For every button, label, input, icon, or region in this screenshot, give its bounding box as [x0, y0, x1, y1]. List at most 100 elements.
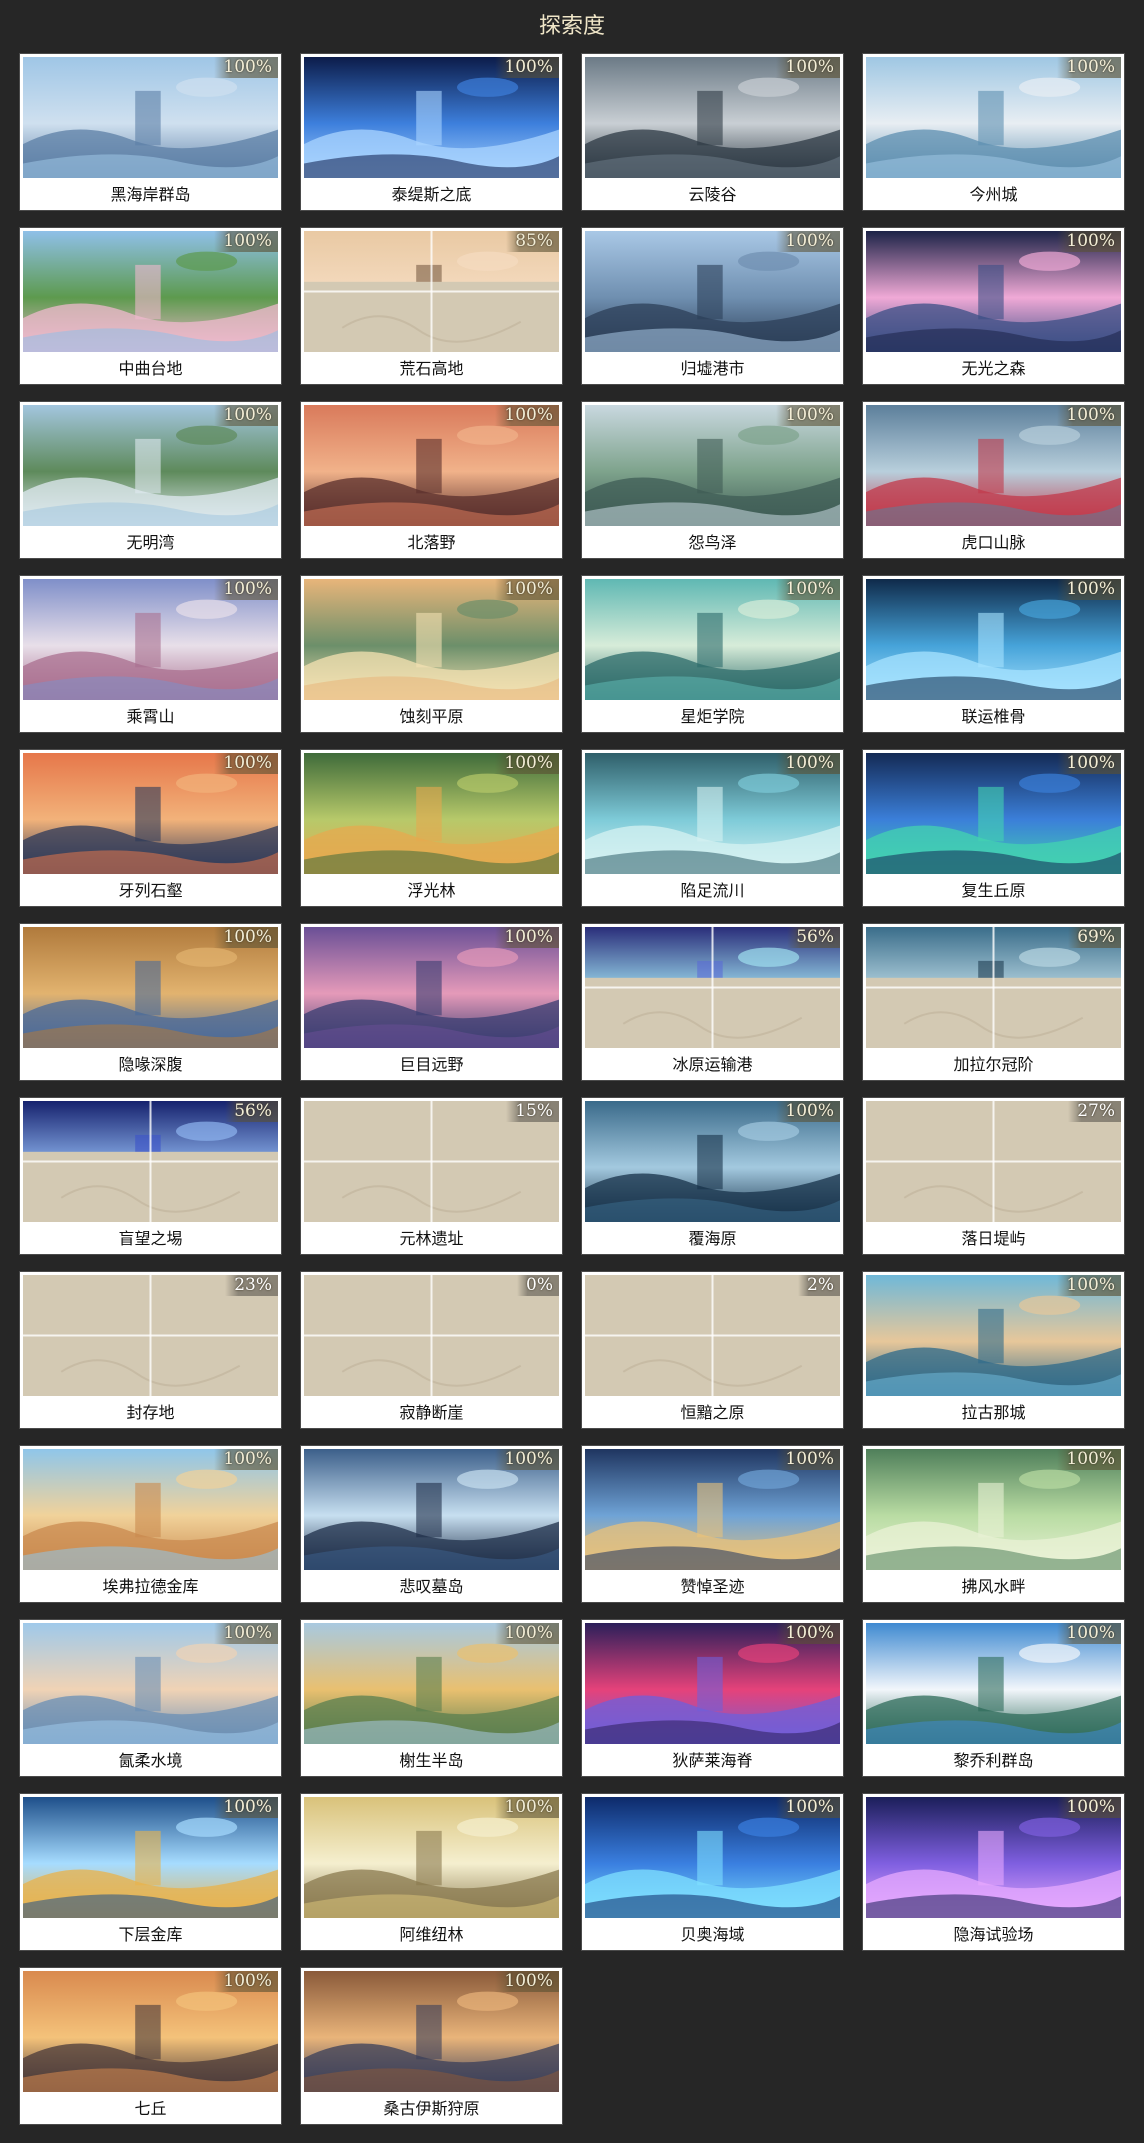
region-card[interactable]: 100% 黎乔利群岛 — [863, 1620, 1124, 1776]
region-card[interactable]: 100% 今州城 — [863, 54, 1124, 210]
region-thumbnail: 100% — [304, 57, 559, 178]
region-card[interactable]: 100% 下层金库 — [20, 1794, 281, 1950]
region-thumbnail: 15% — [304, 1101, 559, 1222]
region-thumbnail: 100% — [585, 1797, 840, 1918]
region-name: 今州城 — [969, 185, 1018, 204]
region-card[interactable]: 100% 浮光林 — [301, 750, 562, 906]
region-card[interactable]: 69% 加拉尔冠阶 — [863, 924, 1124, 1080]
region-card[interactable]: 100% 无明湾 — [20, 402, 281, 558]
region-card[interactable]: 100% 贝奥海域 — [582, 1794, 843, 1950]
region-thumbnail: 100% — [866, 405, 1121, 526]
exploration-percent: 100% — [214, 753, 278, 774]
region-card[interactable]: 100% 埃弗拉德金库 — [20, 1446, 281, 1602]
region-thumbnail: 100% — [304, 927, 559, 1048]
region-card[interactable]: 100% 拂风水畔 — [863, 1446, 1124, 1602]
region-name: 陷足流川 — [680, 881, 745, 900]
region-card[interactable]: 100% 阿维纽林 — [301, 1794, 562, 1950]
region-card[interactable]: 100% 蚀刻平原 — [301, 576, 562, 732]
region-card[interactable]: 100% 黑海岸群岛 — [20, 54, 281, 210]
region-thumbnail: 100% — [23, 57, 278, 178]
region-name: 埃弗拉德金库 — [102, 1577, 199, 1596]
region-name: 赞悼圣迹 — [680, 1577, 745, 1596]
exploration-percent: 100% — [495, 1797, 559, 1818]
region-card[interactable]: 100% 氤柔水境 — [20, 1620, 281, 1776]
region-card[interactable]: 100% 拉古那城 — [863, 1272, 1124, 1428]
region-name: 恒黯之原 — [680, 1403, 745, 1422]
region-name: 冰原运输港 — [672, 1055, 753, 1074]
region-card[interactable]: 100% 巨目远野 — [301, 924, 562, 1080]
exploration-percent: 100% — [776, 753, 840, 774]
exploration-percent: 100% — [214, 231, 278, 252]
region-thumbnail: 100% — [23, 231, 278, 352]
region-thumbnail: 100% — [23, 1449, 278, 1570]
region-card[interactable]: 100% 悲叹墓岛 — [301, 1446, 562, 1602]
region-grid: 100% 黑海岸群岛 100% 泰缇斯之底 100% 云陵谷 100% 今州城 100% 中曲台地… — [20, 54, 1124, 2134]
exploration-percent: 0% — [517, 1275, 559, 1296]
region-card[interactable]: 100% 中曲台地 — [20, 228, 281, 384]
exploration-percent: 100% — [495, 405, 559, 426]
exploration-percent: 100% — [1057, 1275, 1121, 1296]
region-thumbnail: 100% — [866, 753, 1121, 874]
region-card[interactable]: 100% 复生丘原 — [863, 750, 1124, 906]
region-card[interactable]: 100% 赞悼圣迹 — [582, 1446, 843, 1602]
region-name: 北落野 — [407, 533, 456, 552]
region-card[interactable]: 100% 狄萨莱海脊 — [582, 1620, 843, 1776]
region-card[interactable]: 100% 桑古伊斯狩原 — [301, 1968, 562, 2124]
region-name: 榭生半岛 — [399, 1751, 464, 1770]
region-card[interactable]: 100% 乘霄山 — [20, 576, 281, 732]
region-card[interactable]: 100% 隐喙深腹 — [20, 924, 281, 1080]
region-card[interactable]: 100% 陷足流川 — [582, 750, 843, 906]
region-thumbnail: 100% — [585, 1623, 840, 1744]
exploration-percent: 100% — [214, 1623, 278, 1644]
region-card[interactable]: 23% 封存地 — [20, 1272, 281, 1428]
exploration-percent: 100% — [1057, 57, 1121, 78]
exploration-percent: 100% — [495, 579, 559, 600]
region-card[interactable]: 100% 云陵谷 — [582, 54, 843, 210]
region-thumbnail: 0% — [304, 1275, 559, 1396]
region-card[interactable]: 100% 泰缇斯之底 — [301, 54, 562, 210]
region-card[interactable]: 100% 联运椎骨 — [863, 576, 1124, 732]
region-card[interactable]: 100% 牙列石壑 — [20, 750, 281, 906]
region-thumbnail: 100% — [585, 579, 840, 700]
region-card[interactable]: 27% 落日堤屿 — [863, 1098, 1124, 1254]
region-card[interactable]: 100% 无光之森 — [863, 228, 1124, 384]
exploration-percent: 100% — [214, 57, 278, 78]
region-card[interactable]: 100% 归墟港市 — [582, 228, 843, 384]
exploration-percent: 100% — [1057, 753, 1121, 774]
region-card[interactable]: 56% 冰原运输港 — [582, 924, 843, 1080]
region-thumbnail: 100% — [304, 1971, 559, 2092]
exploration-percent: 23% — [225, 1275, 278, 1296]
region-card[interactable]: 0% 寂静断崖 — [301, 1272, 562, 1428]
region-name: 隐喙深腹 — [118, 1055, 183, 1074]
region-card[interactable]: 100% 北落野 — [301, 402, 562, 558]
region-name: 复生丘原 — [961, 881, 1026, 900]
region-thumbnail: 100% — [23, 1797, 278, 1918]
region-name: 黎乔利群岛 — [953, 1751, 1034, 1770]
region-name: 云陵谷 — [688, 185, 737, 204]
region-card[interactable]: 56% 盲望之埸 — [20, 1098, 281, 1254]
region-thumbnail: 100% — [866, 579, 1121, 700]
region-card[interactable]: 100% 虎口山脉 — [863, 402, 1124, 558]
exploration-percent: 100% — [495, 1623, 559, 1644]
region-name: 封存地 — [126, 1403, 175, 1422]
region-card[interactable]: 100% 覆海原 — [582, 1098, 843, 1254]
region-card[interactable]: 15% 元林遗址 — [301, 1098, 562, 1254]
region-name: 巨目远野 — [399, 1055, 464, 1074]
region-thumbnail: 100% — [23, 1971, 278, 2092]
region-card[interactable]: 2% 恒黯之原 — [582, 1272, 843, 1428]
region-card[interactable]: 100% 星炬学院 — [582, 576, 843, 732]
exploration-percent: 100% — [214, 1971, 278, 1992]
region-card[interactable]: 100% 隐海试验场 — [863, 1794, 1124, 1950]
region-name: 七丘 — [134, 2099, 167, 2118]
region-name: 元林遗址 — [399, 1229, 464, 1248]
exploration-percent: 100% — [776, 579, 840, 600]
region-card[interactable]: 85% 荒石高地 — [301, 228, 562, 384]
region-thumbnail: 56% — [23, 1101, 278, 1222]
region-thumbnail: 100% — [304, 579, 559, 700]
exploration-percent: 2% — [798, 1275, 840, 1296]
exploration-percent: 56% — [787, 927, 840, 948]
region-card[interactable]: 100% 榭生半岛 — [301, 1620, 562, 1776]
region-card[interactable]: 100% 怨鸟泽 — [582, 402, 843, 558]
region-card[interactable]: 100% 七丘 — [20, 1968, 281, 2124]
region-thumbnail: 100% — [866, 1275, 1121, 1396]
